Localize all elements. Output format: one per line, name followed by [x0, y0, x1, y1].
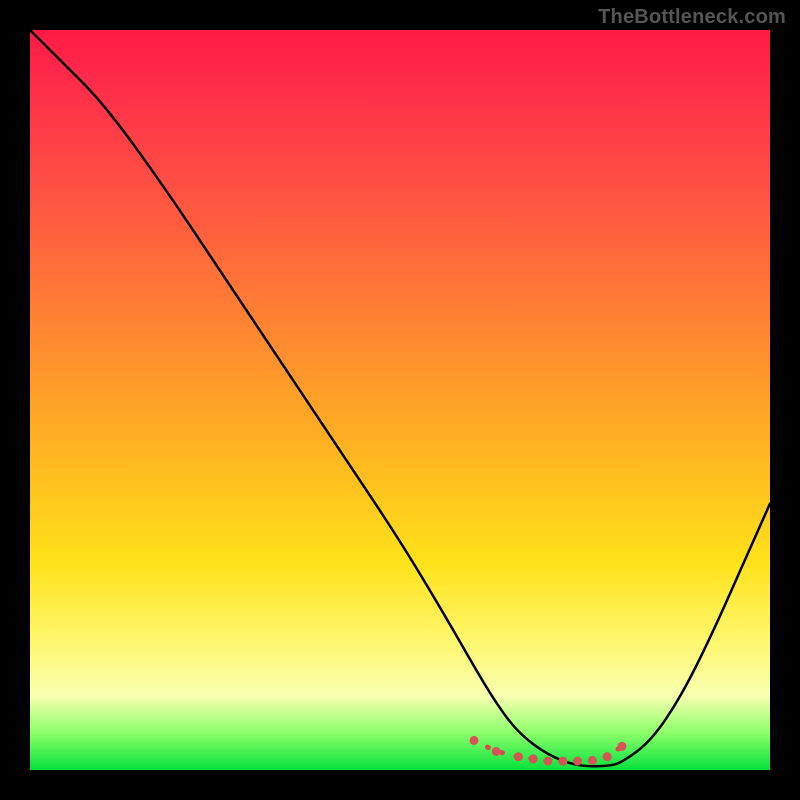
- curve-layer: [30, 30, 770, 770]
- plot-area: [30, 30, 770, 770]
- bottleneck-curve: [30, 30, 770, 766]
- watermark-text: TheBottleneck.com: [598, 6, 786, 29]
- red-bottom-marks: [470, 736, 627, 766]
- chart-stage: TheBottleneck.com: [0, 0, 800, 800]
